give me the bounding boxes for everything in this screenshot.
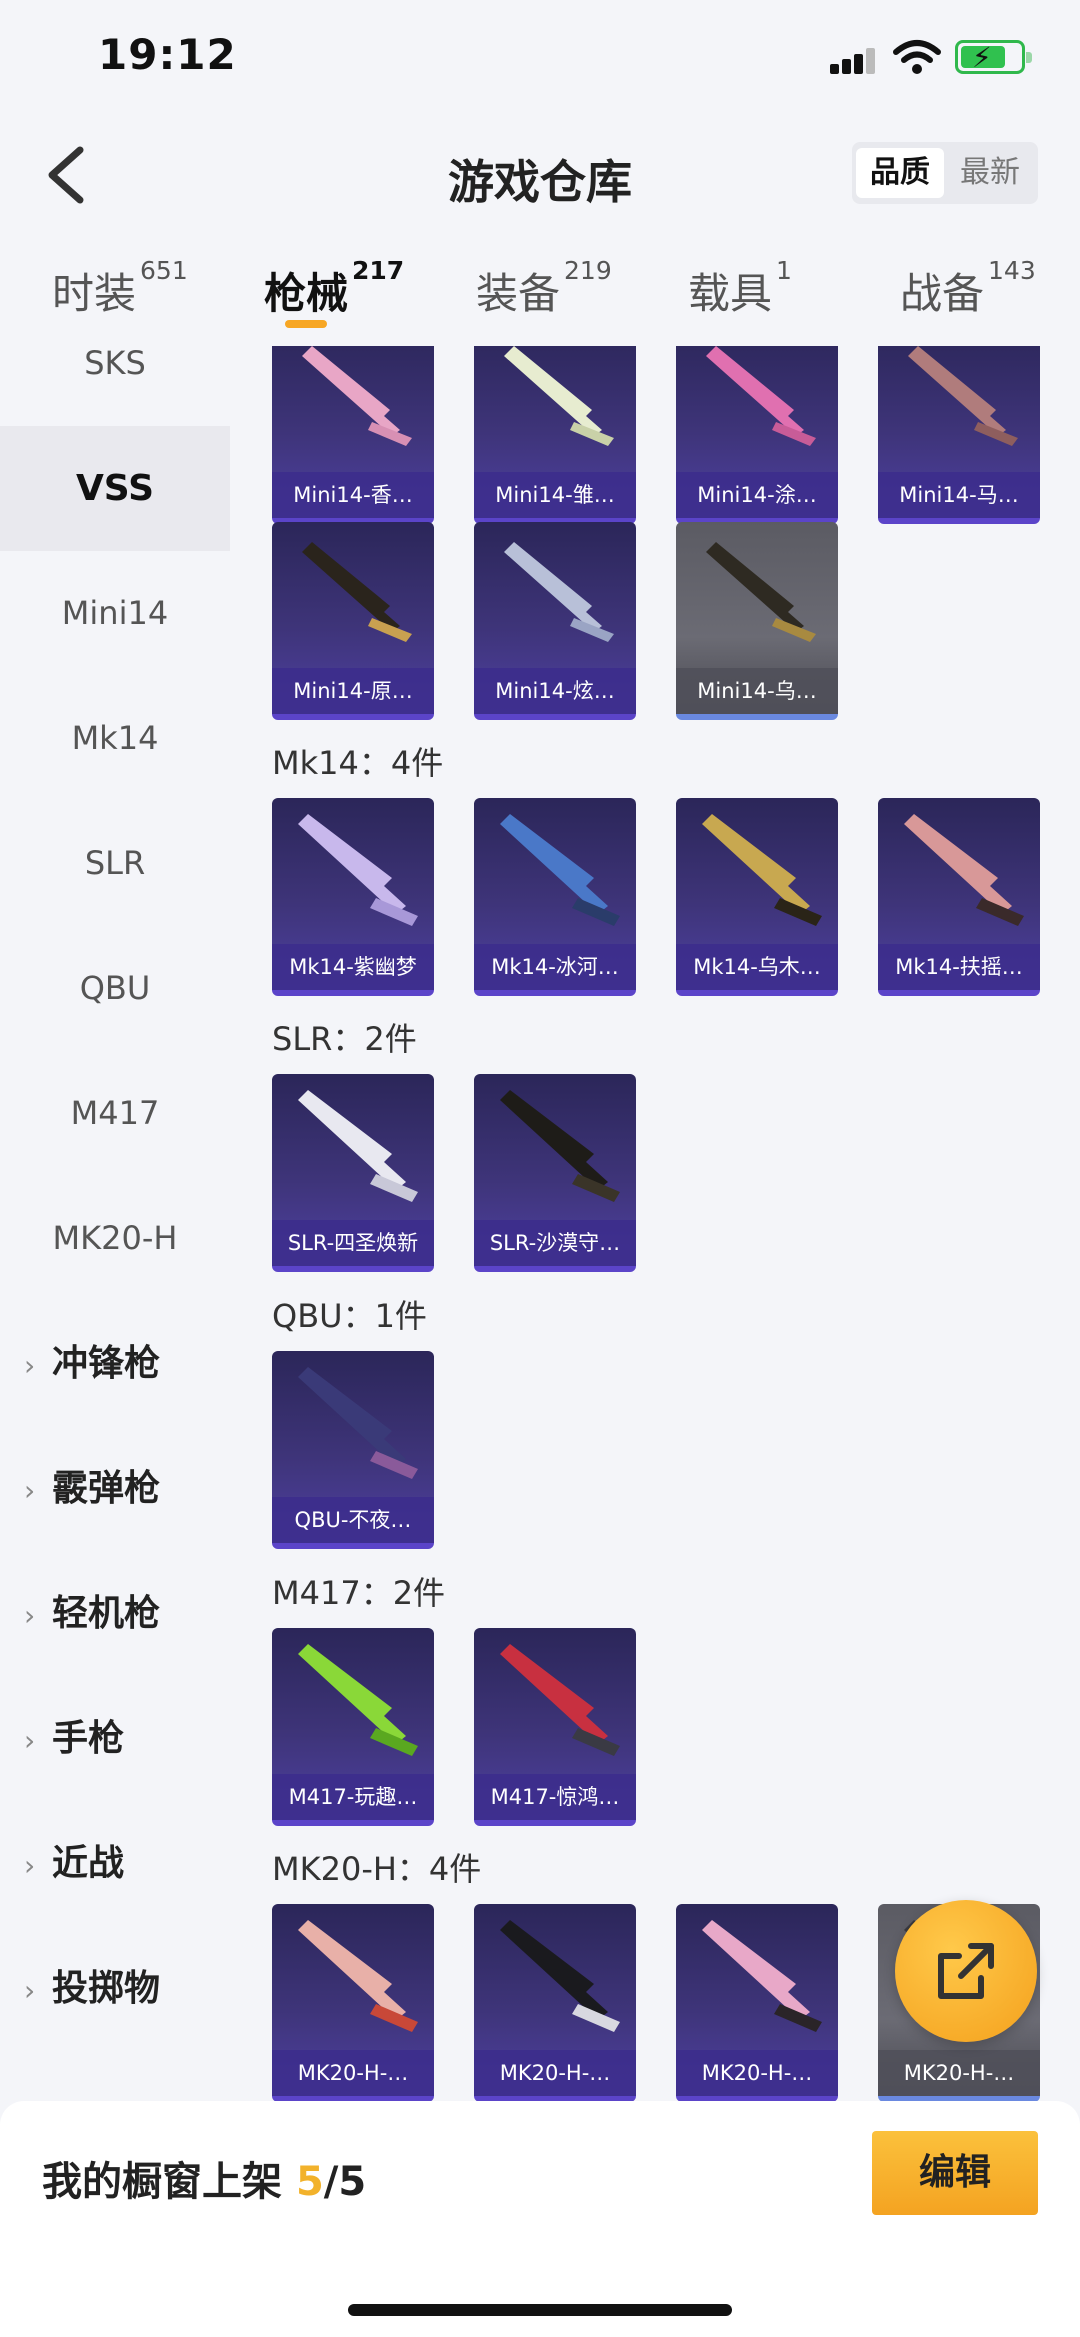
nav-bar: 游戏仓库 品质 最新 — [0, 118, 1080, 238]
status-time: 19:12 — [98, 30, 237, 79]
skin-card[interactable]: Mini14-马… — [878, 346, 1040, 524]
rifle-icon — [706, 542, 816, 642]
category-tabs: 时装 651 枪械 217 装备 219 载具 1 战备 143 — [0, 238, 1080, 346]
rifle-icon — [904, 814, 1024, 926]
sidebar-item-sks[interactable]: SKS — [0, 346, 230, 426]
showcase-count: 5 — [295, 2159, 324, 2205]
skin-card[interactable]: Mini14-雏… — [474, 346, 636, 524]
weapon-grid: Mini14-香… Mini14-雏… Mini14-涂… Mini14-马… … — [230, 346, 1080, 2101]
tab-count: 219 — [564, 256, 612, 285]
status-bar: 19:12 ⚡ — [0, 0, 1080, 118]
battery-icon: ⚡ — [955, 40, 1032, 74]
rifle-icon — [500, 1920, 620, 2032]
skin-card[interactable]: Mk14-紫幽梦 — [272, 798, 434, 996]
chevron-right-icon: › — [24, 1349, 36, 1382]
rifle-icon — [298, 814, 418, 926]
rifle-icon — [908, 346, 1018, 446]
skin-card[interactable]: Mini14-原… — [272, 522, 434, 720]
sidebar-category-lmg[interactable]: › 轻机枪 — [0, 1551, 230, 1676]
tab-guns[interactable]: 枪械 217 — [264, 256, 404, 321]
rifle-icon — [500, 1644, 620, 1756]
group-label-mk14: Mk14：4件 — [272, 744, 444, 782]
sidebar-item-qbu[interactable]: QBU — [0, 926, 230, 1051]
active-tab-indicator — [285, 320, 327, 328]
sort-toggle: 品质 最新 — [852, 142, 1038, 204]
rifle-icon — [298, 1367, 418, 1479]
showcase-total: /5 — [323, 2159, 367, 2205]
sidebar-category-pistol[interactable]: › 手枪 — [0, 1676, 230, 1801]
skin-card[interactable]: MK20-H-… — [272, 1904, 434, 2101]
bottom-bar: 我的橱窗上架 5/5 编辑 — [0, 2101, 1080, 2337]
showcase-status: 我的橱窗上架 5/5 — [42, 2159, 367, 2205]
chevron-right-icon: › — [24, 1849, 36, 1882]
rifle-icon — [302, 542, 412, 642]
sidebar-item-vss[interactable]: VSS — [0, 426, 230, 551]
rifle-icon — [298, 1644, 418, 1756]
skin-card[interactable]: Mk14-冰河… — [474, 798, 636, 996]
skin-card[interactable]: MK20-H-… — [474, 1904, 636, 2101]
sidebar-item-mk20h[interactable]: MK20-H — [0, 1176, 230, 1301]
sidebar-category-smg[interactable]: › 冲锋枪 — [0, 1301, 230, 1426]
tab-count: 651 — [140, 256, 188, 285]
sidebar-category-melee[interactable]: › 近战 — [0, 1801, 230, 1926]
skin-card[interactable]: Mk14-扶摇… — [878, 798, 1040, 996]
group-label-m417: M417：2件 — [272, 1574, 446, 1612]
group-label-mk20h: MK20-H：4件 — [272, 1850, 482, 1888]
rifle-icon — [706, 346, 816, 446]
skin-card[interactable]: Mini14-乌… — [676, 522, 838, 720]
rifle-icon — [302, 346, 412, 446]
skin-card[interactable]: M417-惊鸿… — [474, 1628, 636, 1826]
skin-card[interactable]: Mk14-乌木… — [676, 798, 838, 996]
tab-equipment[interactable]: 装备 219 — [476, 256, 612, 321]
sidebar-item-m417[interactable]: M417 — [0, 1051, 230, 1176]
sidebar-category-throwable[interactable]: › 投掷物 — [0, 1926, 230, 2051]
group-label-qbu: QBU：1件 — [272, 1297, 427, 1335]
skin-card[interactable]: QBU-不夜… — [272, 1351, 434, 1549]
edit-button[interactable]: 编辑 — [872, 2131, 1038, 2215]
chevron-right-icon: › — [24, 1474, 36, 1507]
sidebar-item-slr[interactable]: SLR — [0, 801, 230, 926]
tab-count: 217 — [352, 256, 405, 285]
skin-card[interactable]: SLR-沙漠守… — [474, 1074, 636, 1272]
sort-quality-button[interactable]: 品质 — [856, 148, 944, 198]
group-label-slr: SLR：2件 — [272, 1020, 417, 1058]
tab-count: 1 — [776, 256, 792, 285]
sidebar-item-mk14[interactable]: Mk14 — [0, 676, 230, 801]
skin-card[interactable]: M417-玩趣… — [272, 1628, 434, 1826]
rifle-icon — [504, 542, 614, 642]
skin-card[interactable]: Mini14-香… — [272, 346, 434, 524]
sort-newest-button[interactable]: 最新 — [946, 148, 1034, 198]
skin-card[interactable]: Mini14-炫… — [474, 522, 636, 720]
weapon-sidebar: SKS VSS Mini14 Mk14 SLR QBU M417 MK20-H … — [0, 346, 230, 2106]
rifle-icon — [500, 814, 620, 926]
sidebar-category-shotgun[interactable]: › 霰弹枪 — [0, 1426, 230, 1551]
tab-vehicles[interactable]: 载具 1 — [688, 256, 792, 321]
home-indicator — [348, 2304, 732, 2316]
rifle-icon — [702, 814, 822, 926]
rifle-icon — [504, 346, 614, 446]
tab-fashion[interactable]: 时装 651 — [52, 256, 188, 321]
skin-card[interactable]: Mini14-涂… — [676, 346, 838, 524]
chevron-right-icon: › — [24, 1599, 36, 1632]
rifle-icon — [298, 1920, 418, 2032]
rifle-icon — [298, 1090, 418, 1202]
tab-count: 143 — [988, 256, 1036, 285]
signal-icon — [830, 48, 880, 74]
wifi-icon — [893, 40, 941, 74]
share-icon — [938, 1943, 994, 1999]
chevron-right-icon: › — [24, 1724, 36, 1757]
tab-supplies[interactable]: 战备 143 — [900, 256, 1036, 321]
rifle-icon — [702, 1920, 822, 2032]
skin-card[interactable]: SLR-四圣焕新 — [272, 1074, 434, 1272]
skin-card[interactable]: MK20-H-… — [676, 1904, 838, 2101]
chevron-right-icon: › — [24, 1974, 36, 2007]
sidebar-item-mini14[interactable]: Mini14 — [0, 551, 230, 676]
share-fab[interactable] — [895, 1900, 1037, 2042]
rifle-icon — [500, 1090, 620, 1202]
